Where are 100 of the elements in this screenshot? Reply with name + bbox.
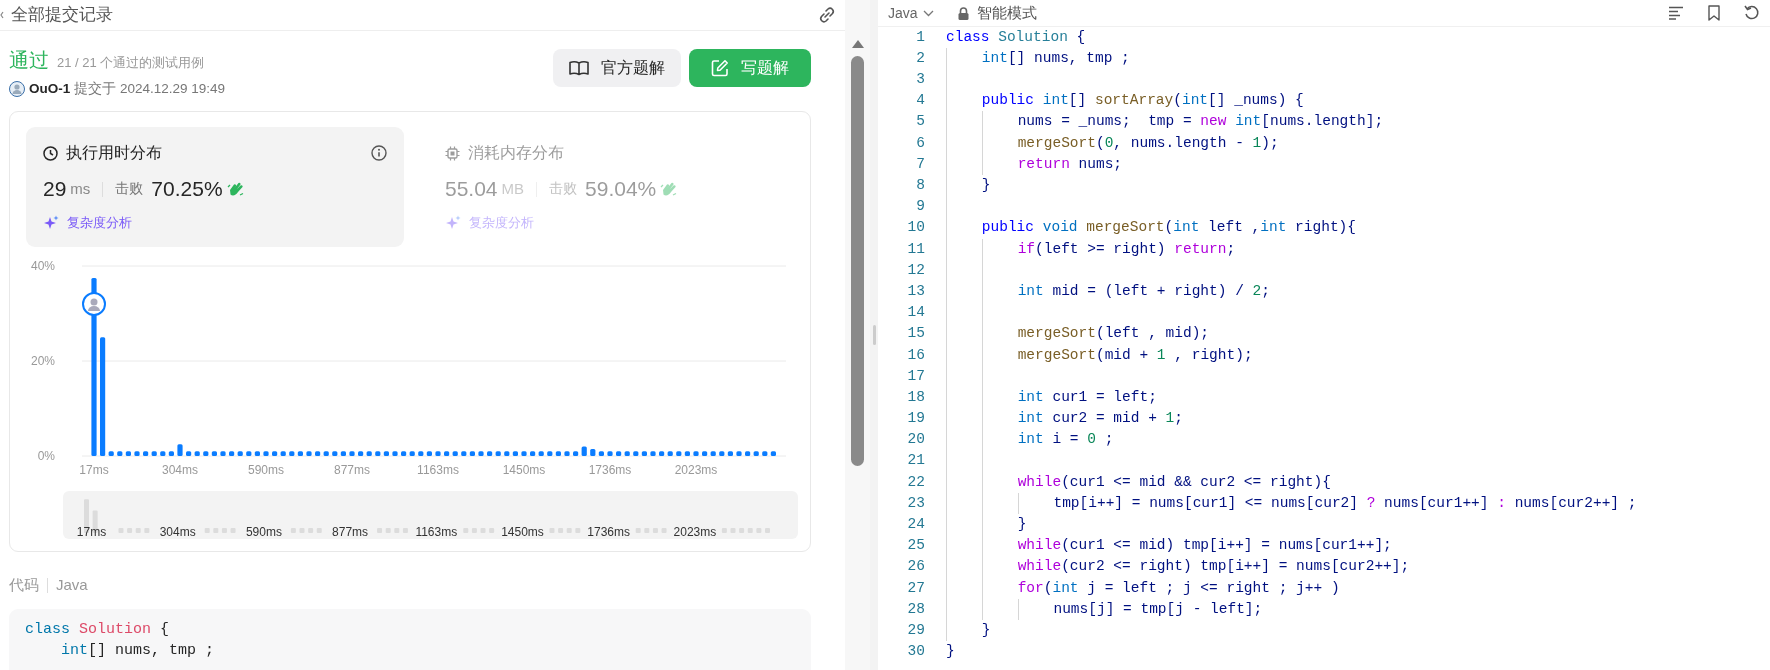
resize-handle[interactable] <box>872 325 876 345</box>
chart-bar[interactable] <box>366 451 372 457</box>
chart-bar[interactable] <box>409 451 415 457</box>
chart-bar[interactable] <box>315 451 321 457</box>
chart-bar[interactable] <box>512 451 518 457</box>
chart-bar[interactable] <box>160 451 166 457</box>
chart-bar[interactable] <box>710 451 716 457</box>
chart-bar[interactable] <box>555 451 561 457</box>
chart-bar[interactable] <box>521 451 527 457</box>
chart-bar[interactable] <box>504 451 510 457</box>
chart-bar[interactable] <box>272 451 278 457</box>
chart-bar[interactable] <box>616 451 622 457</box>
chart-bar[interactable] <box>306 451 312 457</box>
axis-label: 0% <box>37 449 55 464</box>
chart-bar[interactable] <box>418 451 424 457</box>
chart-bar[interactable] <box>745 451 751 457</box>
chart-bar[interactable] <box>340 451 346 457</box>
chart-bar[interactable] <box>444 451 450 457</box>
chart-bar[interactable] <box>753 451 759 457</box>
avatar-marker[interactable] <box>82 292 106 317</box>
chart-bar[interactable] <box>573 451 579 457</box>
chart-bar[interactable] <box>426 451 432 457</box>
chart-bar[interactable] <box>770 451 776 457</box>
chart-bar[interactable] <box>246 451 252 457</box>
chart-bar[interactable] <box>641 451 647 457</box>
chart-bar[interactable] <box>323 451 329 457</box>
mode-label[interactable]: 智能模式 <box>976 1 1037 25</box>
chart-bar[interactable] <box>108 451 114 457</box>
chart-bar[interactable] <box>358 451 364 457</box>
chart-bar[interactable] <box>435 451 441 457</box>
chart-bar[interactable] <box>469 451 475 457</box>
chart-bar[interactable] <box>392 451 398 457</box>
chart-bar[interactable] <box>633 451 639 457</box>
complexity-analysis-link[interactable]: 复杂度分析 <box>67 212 132 233</box>
username[interactable]: OuO-1 <box>29 79 71 100</box>
chart-bar[interactable] <box>650 451 656 457</box>
chart-bar[interactable] <box>547 451 553 457</box>
chart-bar[interactable] <box>590 449 596 457</box>
chart-bar[interactable] <box>254 451 260 457</box>
chart-bar[interactable] <box>229 451 235 457</box>
chart-bar[interactable] <box>151 451 157 457</box>
chart-bar[interactable] <box>383 451 389 457</box>
format-icon[interactable] <box>1668 6 1684 20</box>
chart-bar[interactable] <box>194 451 200 457</box>
chart-bar[interactable] <box>237 451 243 457</box>
chart-bar[interactable] <box>736 451 742 457</box>
chart-bar[interactable] <box>719 451 725 457</box>
chart-bar[interactable] <box>280 451 286 457</box>
chart-bar[interactable] <box>177 444 183 457</box>
chart-bar[interactable] <box>487 451 493 457</box>
chart-bar[interactable] <box>263 451 269 457</box>
chart-bar[interactable] <box>452 451 458 457</box>
chart-bar[interactable] <box>538 451 544 457</box>
back-icon[interactable] <box>0 11 4 19</box>
chart-bar[interactable] <box>478 451 484 457</box>
overview-panel[interactable]: 17ms 304ms 590ms 877ms 1163ms 1450ms 1736ms 2023ms <box>63 491 798 540</box>
chart-bar[interactable] <box>220 451 226 457</box>
chart-bar[interactable] <box>607 451 613 457</box>
bookmark-icon[interactable] <box>1708 5 1720 21</box>
chart-bar[interactable] <box>564 451 570 457</box>
chart-bar[interactable] <box>349 451 355 457</box>
official-solution-button[interactable]: 官方题解 <box>553 49 681 87</box>
chart-bar[interactable] <box>332 451 338 457</box>
page-title: 全部提交记录 <box>11 4 113 27</box>
stat-card[interactable]: 执行用时分布 29 ms 击败 70.25% 复杂度分析 <box>26 127 404 248</box>
chart-bar[interactable] <box>100 337 106 457</box>
chart-bar[interactable] <box>581 446 587 457</box>
chart-bar[interactable] <box>702 451 708 457</box>
chart-bar[interactable] <box>203 451 209 457</box>
chart-bar[interactable] <box>659 451 665 457</box>
chart-bar[interactable] <box>289 451 295 457</box>
chart-bar[interactable] <box>186 451 192 457</box>
chart-bar[interactable] <box>125 451 131 457</box>
scrollbar-thumb[interactable] <box>851 56 864 466</box>
chart-bar[interactable] <box>624 451 630 457</box>
chart-bar[interactable] <box>762 451 768 457</box>
chart-bar[interactable] <box>168 451 174 457</box>
chart-bar[interactable] <box>401 451 407 457</box>
chart-bar[interactable] <box>143 451 149 457</box>
chart-bar[interactable] <box>598 451 604 457</box>
chart-bar[interactable] <box>667 451 673 457</box>
chart-bar[interactable] <box>375 451 381 457</box>
chart-bar[interactable] <box>117 451 123 457</box>
chart-bar[interactable] <box>727 451 733 457</box>
chart-bar[interactable] <box>495 451 501 457</box>
chart-bar[interactable] <box>461 451 467 457</box>
chart-bar[interactable] <box>91 278 97 457</box>
chart-bar[interactable] <box>134 451 140 457</box>
stat-unit: ms <box>70 178 91 199</box>
info-icon[interactable] <box>371 145 387 162</box>
link-icon[interactable] <box>817 6 837 24</box>
undo-icon[interactable] <box>1744 5 1760 21</box>
chart-bar[interactable] <box>676 451 682 457</box>
chart-bar[interactable] <box>684 451 690 457</box>
chart-bar[interactable] <box>693 451 699 457</box>
chart-bar[interactable] <box>211 451 217 457</box>
scroll-up-arrow[interactable] <box>851 40 864 48</box>
chart-bar[interactable] <box>530 451 536 457</box>
chart-bar[interactable] <box>297 451 303 457</box>
language-select[interactable]: Java <box>888 2 918 24</box>
